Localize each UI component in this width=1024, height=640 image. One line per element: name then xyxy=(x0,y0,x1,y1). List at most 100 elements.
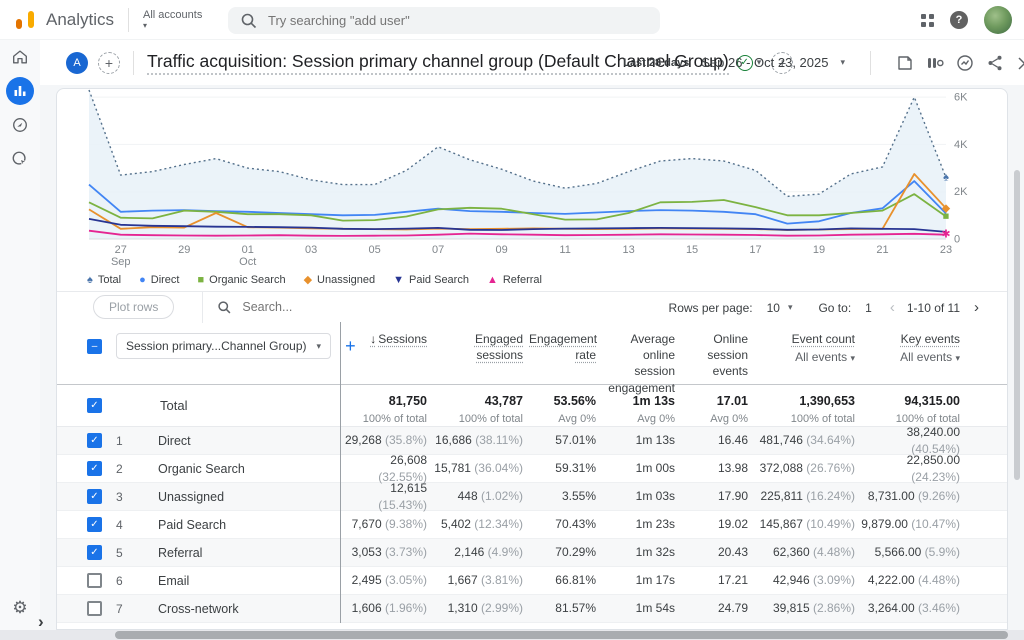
row-checkbox[interactable]: ✓ xyxy=(87,489,102,504)
total-cell: 53.56%Avg 0% xyxy=(529,384,602,427)
prev-page-icon[interactable]: ‹ xyxy=(890,299,895,316)
column-header[interactable]: Engagement rate xyxy=(529,322,602,384)
add-workspace-button[interactable]: + xyxy=(98,52,120,74)
workspace-badge[interactable]: A xyxy=(66,52,88,74)
metric-cell: 1m 23s xyxy=(602,516,681,532)
dimension-selector[interactable]: Session primary...Channel Group) ▾ xyxy=(116,333,331,359)
row-checkbox[interactable] xyxy=(87,601,102,616)
nav-home[interactable] xyxy=(0,40,40,74)
horizontal-scrollbar[interactable] xyxy=(115,631,1008,639)
metric-cell: 1m 17s xyxy=(602,572,681,588)
chevron-down-icon[interactable]: ▾ xyxy=(788,302,793,313)
metric-cell: 1,310 (2.99%) xyxy=(433,600,529,616)
plot-rows-button[interactable]: Plot rows xyxy=(93,295,174,319)
legend-item[interactable]: ▼Paid Search xyxy=(393,274,469,286)
clipped-icon[interactable] xyxy=(1016,54,1024,72)
row-checkbox[interactable]: ✓ xyxy=(87,517,102,532)
vertical-scrollbar[interactable] xyxy=(1014,170,1020,480)
metric-cell: 4,222.00 (4.48%) xyxy=(861,572,966,588)
total-cell: 94,315.00100% of total xyxy=(861,384,966,427)
global-search-input[interactable] xyxy=(268,13,648,28)
account-switcher[interactable]: All accounts ▾ xyxy=(143,9,202,31)
metric-filter[interactable]: All events ▾ xyxy=(754,349,855,365)
svg-text:◆: ◆ xyxy=(942,202,951,214)
nav-admin[interactable]: ⚙ xyxy=(0,598,40,618)
nav-explore[interactable] xyxy=(0,108,40,142)
metric-cell: 62,360 (4.48%) xyxy=(754,544,861,560)
total-checkbox[interactable]: ✓ xyxy=(87,398,102,413)
svg-text:29: 29 xyxy=(178,244,190,256)
row-checkbox[interactable]: ✓ xyxy=(87,461,102,476)
metric-cell: 3.55% xyxy=(529,480,602,512)
legend-label: Paid Search xyxy=(409,274,469,286)
table-search-input[interactable] xyxy=(242,300,422,314)
avatar[interactable] xyxy=(984,6,1012,34)
total-cell: 1,390,653100% of total xyxy=(754,384,861,427)
goto-input[interactable]: 1 xyxy=(865,301,872,315)
nav-expand-chevron-icon[interactable]: › xyxy=(38,612,44,632)
next-page-icon[interactable]: › xyxy=(974,299,979,316)
column-header[interactable]: ↓Sessions xyxy=(341,322,433,384)
line-chart[interactable]: ♠■◆✱02K4K6K27Sep2901Oct03050709111315171… xyxy=(57,89,1008,269)
total-row: ✓ Total 81,750100% of total43,787100% of… xyxy=(57,385,1007,427)
table-search[interactable] xyxy=(217,300,422,315)
row-checkbox[interactable] xyxy=(87,573,102,588)
analytics-logo-icon xyxy=(14,11,36,29)
legend-item[interactable]: ♠Total xyxy=(87,274,121,286)
date-range-value[interactable]: Sep 26 - Oct 23, 2025 xyxy=(701,55,828,70)
metric-cell: 7,670 (9.38%) xyxy=(341,516,433,532)
svg-text:0: 0 xyxy=(954,234,960,246)
horizontal-scrollbar-track xyxy=(0,630,1024,640)
report-header: A + Traffic acquisition: Session primary… xyxy=(40,40,1024,85)
column-header[interactable]: Event countAll events ▾ xyxy=(754,322,861,384)
gear-icon: ⚙ xyxy=(12,598,27,618)
column-header[interactable]: Engaged sessions xyxy=(433,322,529,384)
row-checkbox[interactable]: ✓ xyxy=(87,433,102,448)
row-checkbox[interactable]: ✓ xyxy=(87,545,102,560)
ga-app-window: Analytics All accounts ▾ ? xyxy=(0,0,1024,640)
column-header[interactable]: Average online session engagement xyxy=(602,322,681,384)
metric-cell: 66.81% xyxy=(529,572,602,588)
total-cell: 81,750100% of total xyxy=(341,384,433,427)
column-header[interactable]: Key eventsAll events ▾ xyxy=(861,322,966,384)
legend-marker-icon: ♠ xyxy=(87,275,93,286)
compare-icon[interactable] xyxy=(926,54,944,72)
global-search[interactable] xyxy=(228,7,660,34)
metric-cell: 39,815 (2.86%) xyxy=(754,600,861,616)
table-row: ✓ 5 Referral 3,053 (3.73%)2,146 (4.9%)70… xyxy=(57,539,1007,567)
channel-name: Paid Search xyxy=(158,518,226,532)
rows-per-page-select[interactable]: 10 xyxy=(767,301,780,315)
legend-item[interactable]: ●Direct xyxy=(139,274,179,286)
insights-icon[interactable] xyxy=(956,54,974,72)
metric-cell: 3,053 (3.73%) xyxy=(341,544,433,560)
svg-text:15: 15 xyxy=(686,244,698,256)
share-icon[interactable] xyxy=(986,54,1004,72)
metric-filter[interactable]: All events ▾ xyxy=(861,349,960,365)
metric-cell: 42,946 (3.09%) xyxy=(754,572,861,588)
help-icon[interactable]: ? xyxy=(950,11,968,29)
table-row: 7 Cross-network 1,606 (1.96%)1,310 (2.99… xyxy=(57,595,1007,623)
total-cell: 43,787100% of total xyxy=(433,384,529,427)
nav-advertising[interactable] xyxy=(0,142,40,176)
legend-item[interactable]: ◆Unassigned xyxy=(304,274,376,286)
explore-icon xyxy=(11,116,29,134)
metric-cell: 2,495 (3.05%) xyxy=(341,572,433,588)
nav-reports[interactable] xyxy=(0,74,40,108)
chevron-down-icon: ▾ xyxy=(317,341,322,352)
select-all-checkbox[interactable]: – xyxy=(87,339,102,354)
table-row: ✓ 2 Organic Search 26,608 (32.55%)15,781… xyxy=(57,455,1007,483)
metric-cell: 145,867 (10.49%) xyxy=(754,516,861,532)
metric-cell: 81.57% xyxy=(529,600,602,616)
table-row: ✓ 3 Unassigned 12,615 (15.43%)448 (1.02%… xyxy=(57,483,1007,511)
channel-name: Email xyxy=(158,574,189,588)
notes-icon[interactable] xyxy=(896,54,914,72)
legend-label: Direct xyxy=(151,274,180,286)
svg-text:07: 07 xyxy=(432,244,444,256)
legend-item[interactable]: ▲Referral xyxy=(487,274,542,286)
chevron-down-icon[interactable]: ▾ xyxy=(840,57,845,68)
legend-item[interactable]: ■Organic Search xyxy=(197,274,285,286)
apps-grid-icon[interactable] xyxy=(921,14,934,27)
row-number: 7 xyxy=(116,602,136,616)
svg-text:23: 23 xyxy=(940,244,952,256)
column-header[interactable]: Online session events xyxy=(681,322,754,384)
